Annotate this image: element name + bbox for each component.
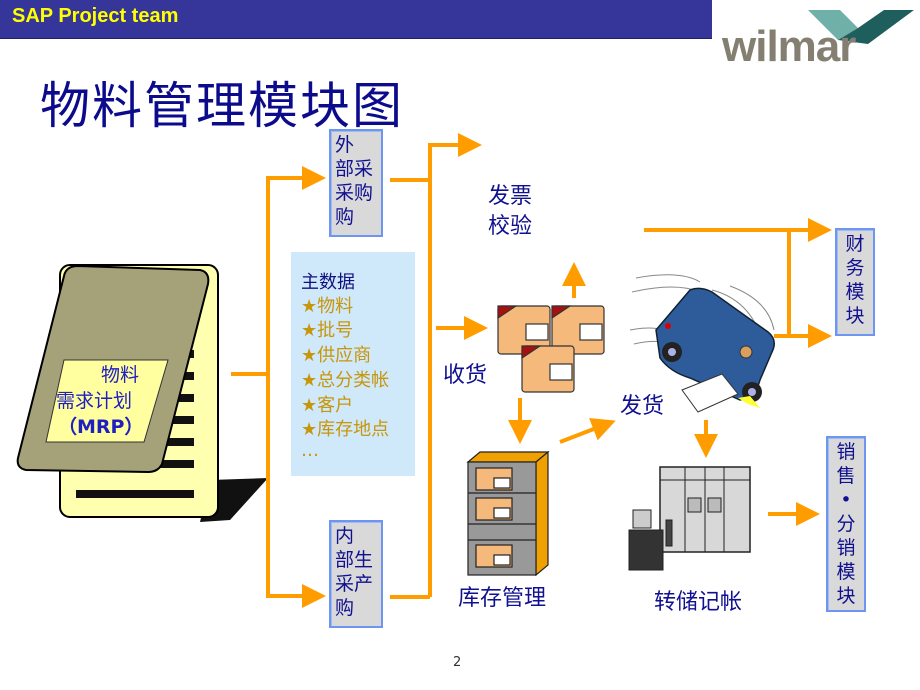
master-data-item: ★库存地点 (301, 419, 390, 440)
master-data-item: ★总分类帐 (301, 370, 390, 391)
goods-receipt-label: 收货 (443, 363, 488, 388)
mainframe-workstation-icon (628, 466, 751, 571)
mrp-label: 物料 (80, 362, 160, 388)
external-line-2: 部采 (335, 158, 374, 180)
master-data-item: ★物料 (301, 296, 354, 317)
sales-line-7: 块 (836, 585, 856, 607)
internal-line-1: 内 (335, 525, 355, 547)
internal-purchase-box[interactable]: 内 部生 采产 购 (329, 520, 383, 628)
mrp-line-3: （MRP） (58, 416, 144, 438)
external-line-1: 外 (335, 134, 355, 156)
invoice-verification-line-1: 发票 (488, 184, 533, 209)
internal-line-2: 部生 (335, 549, 374, 571)
sales-module-box[interactable]: 销 售 • 分 销 模 块 (826, 436, 866, 612)
cardboard-boxes-icon (497, 305, 605, 393)
sales-line-4: 分 (836, 513, 856, 535)
master-data-title: 主数据 (301, 272, 355, 293)
finance-line-1: 财 (845, 233, 865, 255)
external-line-3: 采购 (335, 182, 374, 204)
transfer-posting-label: 转储记帐 (654, 590, 743, 615)
sales-line-6: 模 (836, 561, 856, 583)
external-purchase-box[interactable]: 外 部采 采购 购 (329, 129, 383, 237)
master-data-item: ★客户 (301, 395, 354, 416)
page-number: 2 (453, 655, 462, 670)
internal-line-3: 采产 (335, 573, 374, 595)
warehouse-shelf-icon (466, 450, 550, 577)
sales-line-3: • (840, 489, 852, 511)
finance-line-2: 务 (845, 257, 865, 279)
invoice-verification-line-2: 校验 (488, 214, 533, 239)
inventory-management-label: 库存管理 (458, 586, 547, 611)
external-line-4: 购 (335, 206, 355, 228)
finance-line-4: 块 (845, 305, 865, 327)
sales-line-2: 售 (836, 465, 856, 487)
finance-module-box[interactable]: 财 务 模 块 (835, 228, 875, 336)
master-data-item: … (301, 440, 319, 461)
finance-line-3: 模 (845, 281, 865, 303)
master-data-item: ★批号 (301, 320, 354, 341)
sales-line-5: 销 (836, 537, 856, 559)
goods-issue-label: 发货 (620, 394, 665, 419)
mrp-line-2: 需求计划 (56, 390, 133, 412)
arrow-inventory-to-issue (559, 417, 616, 444)
master-data-item: ★供应商 (301, 345, 372, 366)
mrp-line-1: 物料 (100, 364, 139, 386)
sales-line-1: 销 (836, 441, 856, 463)
internal-line-4: 购 (335, 597, 355, 619)
